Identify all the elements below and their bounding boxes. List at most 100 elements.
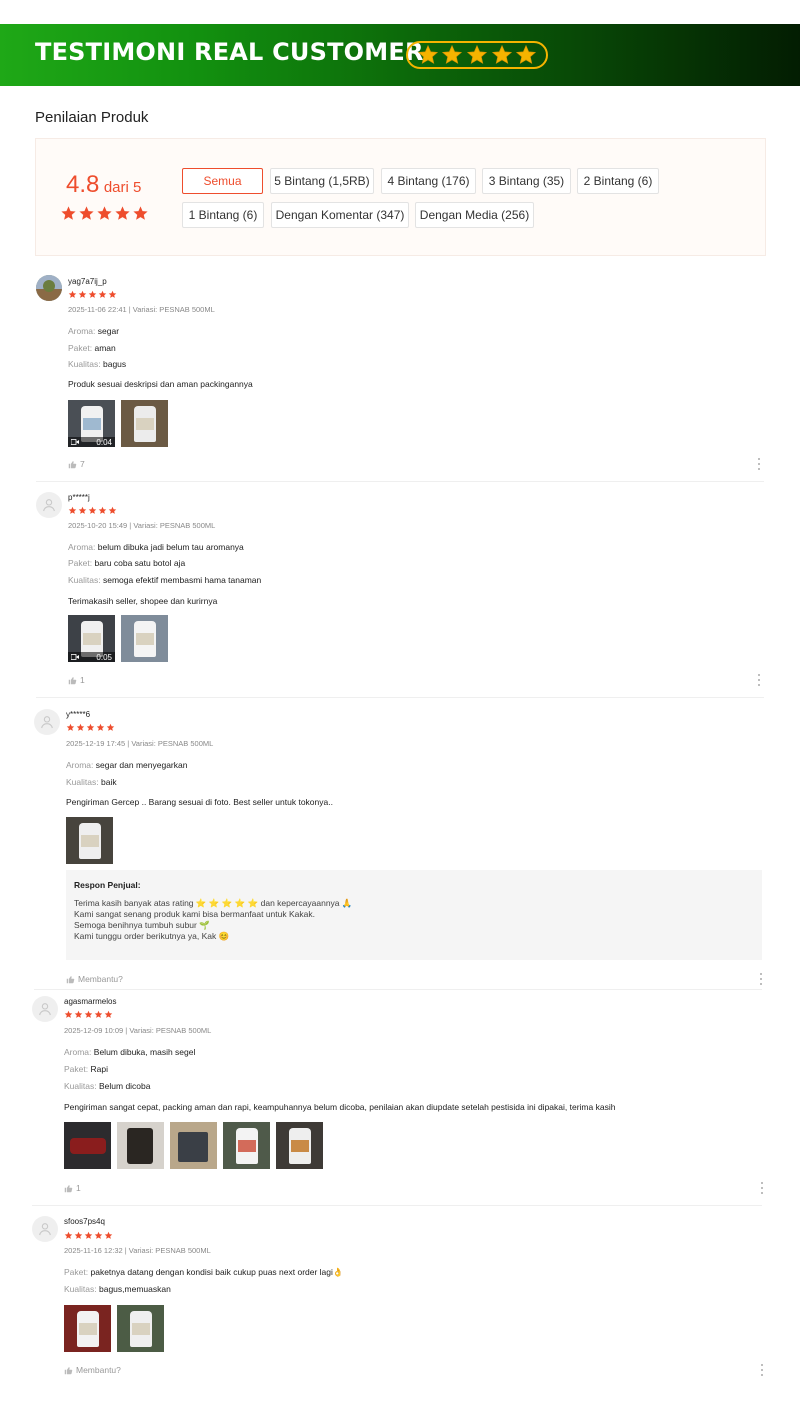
review-photo-thumbnail[interactable] [223, 1122, 270, 1169]
star-icon [64, 1231, 73, 1239]
review-stars [64, 1010, 113, 1019]
attribute-value: bagus,memuaskan [98, 1284, 171, 1294]
attribute-value: belum dibuka jadi belum tau aromanya [97, 542, 244, 552]
helpful-label: Membantu? [76, 1365, 121, 1375]
star-icon [86, 723, 95, 731]
filter-all[interactable]: Semua [182, 168, 263, 194]
review-video-thumbnail[interactable]: 0:05 [68, 615, 115, 662]
score-value: 4.8 [66, 171, 100, 198]
average-score: 4.8 dari 5 [66, 171, 141, 199]
rating-overview: 4.8 dari 5 Semua 5 Bintang (1,5RB) 4 Bin… [35, 138, 766, 256]
star-icon [115, 206, 130, 220]
star-icon [442, 44, 463, 64]
thumbs-up-icon [66, 975, 75, 983]
more-options-icon[interactable] [760, 1182, 764, 1194]
filter-5-star[interactable]: 5 Bintang (1,5RB) [270, 168, 374, 194]
star-icon [79, 206, 94, 220]
helpful-button[interactable]: Membantu? [64, 1365, 121, 1375]
bottle-label [132, 1323, 150, 1335]
attribute-key: Aroma: [66, 760, 94, 770]
review-meta: 2025-10-20 15:49 | Variasi: PESNAB 500ML [68, 521, 216, 530]
review-photo-thumbnail[interactable] [66, 817, 113, 864]
filter-with-comment[interactable]: Dengan Komentar (347) [271, 202, 409, 228]
review-photo-thumbnail[interactable] [170, 1122, 217, 1169]
star-icon [74, 1010, 83, 1018]
avatar[interactable] [32, 1216, 58, 1242]
star-icon [66, 723, 75, 731]
attribute-value: bagus [102, 359, 127, 369]
review-photo-thumbnail[interactable] [276, 1122, 323, 1169]
attribute-key: Kualitas: [68, 359, 101, 369]
review-photo-thumbnail[interactable] [64, 1305, 111, 1352]
attribute-key: Kualitas: [66, 777, 99, 787]
thumbs-up-icon [68, 676, 77, 684]
star-icon [133, 206, 148, 220]
banner-star-rating [406, 41, 548, 69]
star-icon [68, 290, 77, 298]
star-icon [78, 290, 87, 298]
more-options-icon[interactable] [760, 1364, 764, 1376]
review-attribute: Aroma: Belum dibuka, masih segel [64, 1047, 195, 1057]
star-icon [417, 44, 438, 64]
review-attribute: Kualitas: baik [66, 777, 117, 787]
review-video-thumbnail[interactable]: 0:04 [68, 400, 115, 447]
attribute-value: baik [100, 777, 117, 787]
package-image [178, 1132, 208, 1162]
more-options-icon[interactable] [759, 973, 763, 985]
username: p*****j [68, 493, 90, 502]
seller-response-line: Terima kasih banyak atas rating ⭐ ⭐ ⭐ ⭐ … [74, 898, 353, 908]
avatar[interactable] [32, 996, 58, 1022]
avatar[interactable] [36, 275, 62, 301]
user-icon [43, 499, 55, 512]
star-icon [84, 1010, 93, 1018]
star-icon [64, 1010, 73, 1018]
attribute-value: aman [94, 343, 116, 353]
filter-1-star[interactable]: 1 Bintang (6) [182, 202, 264, 228]
review-attribute: Kualitas: Belum dicoba [64, 1081, 151, 1091]
bottle-label [238, 1140, 256, 1152]
like-button[interactable]: 1 [68, 675, 85, 685]
review-meta: 2025-11-16 12:32 | Variasi: PESNAB 500ML [64, 1246, 211, 1255]
helpful-button[interactable]: Membantu? [66, 974, 123, 984]
seller-response-line: Kami tunggu order berikutnya ya, Kak 😊 [74, 931, 230, 941]
divider [36, 481, 764, 482]
review-attribute: Kualitas: bagus [68, 359, 126, 369]
review-stars [66, 723, 115, 732]
review-comment: Pengiriman sangat cepat, packing aman da… [64, 1102, 616, 1112]
star-icon [94, 1010, 103, 1018]
divider [32, 1205, 762, 1206]
review-attribute: Paket: paketnya datang dengan kondisi ba… [64, 1267, 344, 1278]
testimonial-banner: TESTIMONI REAL CUSTOMER [0, 24, 800, 86]
like-button[interactable]: 7 [68, 459, 85, 469]
review-photo-thumbnail[interactable] [121, 615, 168, 662]
review-photo-thumbnail[interactable] [117, 1122, 164, 1169]
thumbs-up-icon [64, 1366, 73, 1374]
seller-response: Respon Penjual: Terima kasih banyak atas… [66, 870, 762, 960]
filter-4-star[interactable]: 4 Bintang (176) [381, 168, 476, 194]
star-icon [491, 44, 512, 64]
video-duration: 0:04 [96, 437, 112, 447]
filter-3-star[interactable]: 3 Bintang (35) [482, 168, 571, 194]
more-options-icon[interactable] [757, 674, 761, 686]
review-stars [64, 1231, 113, 1240]
video-camera-icon [71, 439, 79, 445]
star-icon [106, 723, 115, 731]
review-photo-thumbnail[interactable] [64, 1122, 111, 1169]
like-count: 7 [80, 459, 85, 469]
more-options-icon[interactable] [757, 458, 761, 470]
avatar[interactable] [34, 709, 60, 735]
review-photo-thumbnail[interactable] [117, 1305, 164, 1352]
filter-with-media[interactable]: Dengan Media (256) [415, 202, 534, 228]
avatar[interactable] [36, 492, 62, 518]
star-icon [94, 1231, 103, 1239]
video-bar: 0:05 [68, 652, 115, 662]
username: y*****6 [66, 710, 91, 719]
video-camera-icon [71, 654, 79, 660]
review-photo-thumbnail[interactable] [121, 400, 168, 447]
user-icon [39, 1003, 51, 1016]
review-attribute: Paket: baru coba satu botol aja [68, 558, 185, 568]
score-suffix: dari 5 [103, 179, 142, 196]
like-button[interactable]: 1 [64, 1183, 81, 1193]
attribute-key: Aroma: [68, 542, 96, 552]
filter-2-star[interactable]: 2 Bintang (6) [577, 168, 659, 194]
